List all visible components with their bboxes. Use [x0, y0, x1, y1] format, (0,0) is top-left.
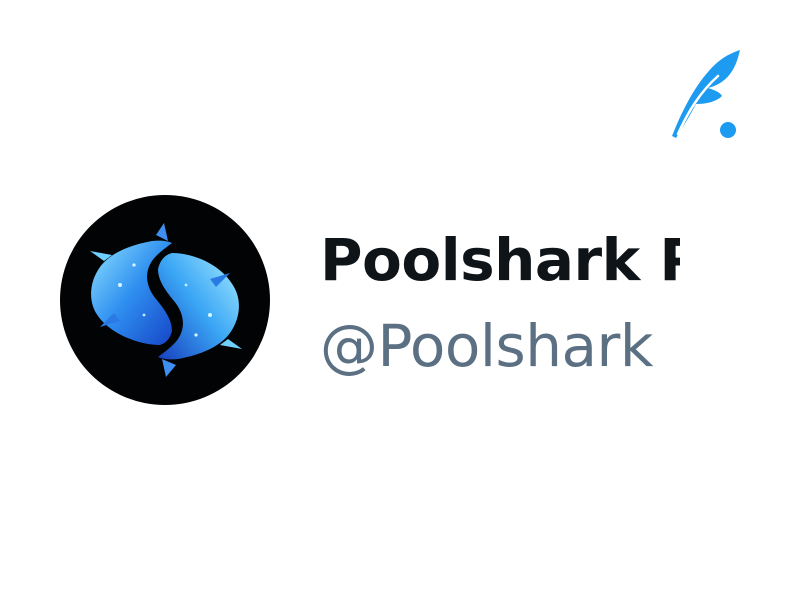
profile-card: Poolshark P @Poolshark [0, 0, 800, 600]
profile-name-block: Poolshark P @Poolshark [320, 216, 680, 396]
display-name[interactable]: Poolshark P [320, 216, 680, 304]
avatar[interactable] [60, 195, 270, 405]
user-handle[interactable]: @Poolshark [320, 304, 653, 388]
twin-sharks-icon [90, 223, 242, 377]
